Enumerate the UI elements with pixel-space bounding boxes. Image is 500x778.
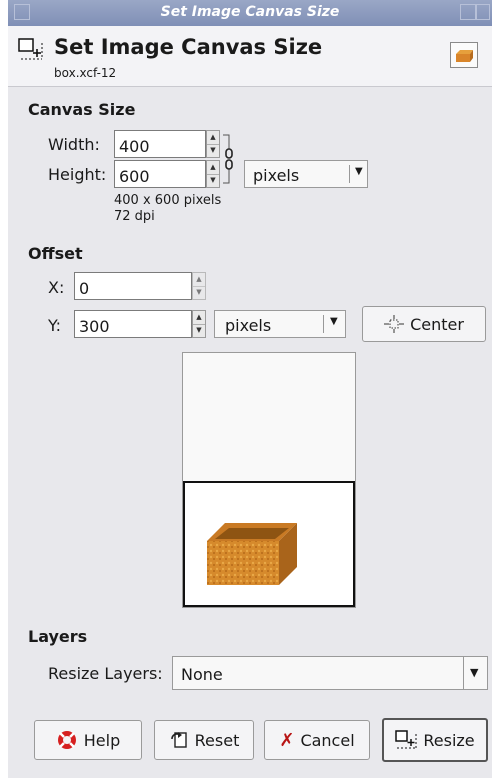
maximize-button[interactable]	[460, 4, 476, 20]
close-button[interactable]	[476, 4, 490, 20]
height-label: Height:	[48, 165, 107, 184]
center-icon	[384, 315, 405, 333]
image-thumbnail-icon	[450, 42, 478, 68]
reset-icon	[170, 732, 187, 748]
help-button[interactable]: Help	[34, 720, 142, 760]
layers-heading: Layers	[28, 627, 88, 646]
x-offset-input[interactable]: 0	[74, 272, 192, 300]
help-lifebuoy-icon	[57, 731, 76, 749]
cancel-x-icon: ✗	[279, 729, 295, 751]
x-offset-spinner[interactable]: ▲ ▼	[192, 272, 206, 300]
title-bar: Set Image Canvas Size	[8, 0, 492, 27]
decrement-icon[interactable]: ▼	[207, 144, 219, 157]
chevron-down-icon: ▼	[470, 666, 479, 679]
chevron-down-icon: ▼	[355, 166, 363, 177]
chevron-down-icon: ▼	[330, 316, 338, 327]
image-preview-area[interactable]	[183, 481, 355, 607]
height-spinner[interactable]: ▲ ▼	[206, 160, 220, 188]
increment-icon[interactable]: ▲	[207, 161, 219, 175]
reset-button[interactable]: Reset	[154, 720, 254, 760]
offset-heading: Offset	[28, 244, 83, 263]
y-label: Y:	[48, 316, 62, 335]
width-input[interactable]: 400	[114, 130, 206, 158]
x-label: X:	[48, 278, 65, 297]
canvas-size-icon	[18, 38, 43, 60]
increment-icon[interactable]: ▲	[193, 311, 205, 325]
canvas-size-heading: Canvas Size	[28, 100, 136, 119]
resolution-info: 72 dpi	[114, 209, 155, 224]
resize-layers-label: Resize Layers:	[48, 664, 163, 683]
dialog-window: Set Image Canvas Size Set Image Canvas S…	[8, 0, 492, 778]
image-name: box.xcf-12	[54, 66, 117, 80]
resize-icon	[395, 730, 417, 749]
cancel-button[interactable]: ✗ Cancel	[264, 720, 370, 760]
y-offset-input[interactable]: 300	[74, 310, 192, 338]
decrement-icon[interactable]: ▼	[193, 286, 205, 299]
size-info: 400 x 600 pixels	[114, 193, 222, 208]
width-label: Width:	[48, 135, 100, 154]
resize-layers-select[interactable]: None ▼	[172, 656, 488, 690]
decrement-icon[interactable]: ▼	[207, 174, 219, 187]
chain-link-icon[interactable]	[221, 131, 235, 187]
dialog-header: Set Image Canvas Size box.xcf-12	[8, 26, 492, 87]
decrement-icon[interactable]: ▼	[193, 324, 205, 337]
canvas-unit-select[interactable]: pixels ▼	[244, 160, 368, 188]
box-image	[207, 523, 297, 585]
y-offset-spinner[interactable]: ▲ ▼	[192, 310, 206, 338]
increment-icon[interactable]: ▲	[193, 273, 205, 287]
canvas-preview[interactable]	[182, 352, 356, 608]
window-title: Set Image Canvas Size	[160, 4, 340, 20]
width-spinner[interactable]: ▲ ▼	[206, 130, 220, 158]
resize-button[interactable]: Resize	[382, 718, 488, 762]
offset-unit-select[interactable]: pixels ▼	[214, 310, 346, 338]
height-input[interactable]: 600	[114, 160, 206, 188]
increment-icon[interactable]: ▲	[207, 131, 219, 145]
center-button[interactable]: Center	[362, 306, 486, 342]
dialog-heading: Set Image Canvas Size	[54, 35, 323, 59]
